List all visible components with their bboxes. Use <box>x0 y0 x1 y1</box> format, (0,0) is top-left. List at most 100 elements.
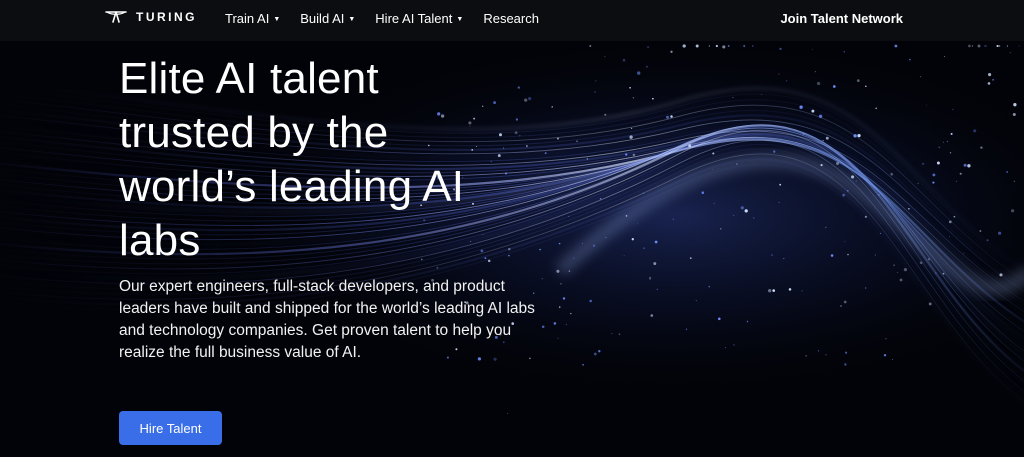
sparkle-particle <box>802 133 805 135</box>
sparkle-particle <box>788 288 792 291</box>
sparkle-particle <box>701 191 705 194</box>
sparkle-particle <box>506 412 508 415</box>
sparkle-particle <box>820 164 823 167</box>
sparkle-particle <box>967 164 971 168</box>
sparkle-particle <box>713 202 715 205</box>
sparkle-particle <box>556 269 560 273</box>
sparkle-particle <box>720 228 722 230</box>
nav-item-label: Hire AI Talent <box>375 11 453 26</box>
nav-item-label: Build AI <box>300 11 345 26</box>
sparkle-particle <box>877 193 880 197</box>
sparkle-particle <box>903 268 908 272</box>
sparkle-particle <box>843 300 847 304</box>
sparkle-particle <box>917 182 919 184</box>
sparkle-particle <box>922 162 925 165</box>
sparkle-particle <box>986 239 989 242</box>
nav-item-label: Train AI <box>225 11 270 26</box>
nav-item-build-ai[interactable]: Build AI ▼ <box>300 11 355 26</box>
sparkle-particle <box>983 45 986 47</box>
description-line: leaders have built and shipped for the w… <box>119 300 535 317</box>
sparkle-particle <box>830 254 834 257</box>
sparkle-particle <box>1013 180 1015 182</box>
sparkle-particle <box>927 258 931 261</box>
sparkle-particle <box>779 183 782 186</box>
description-line: realize the full business value of AI. <box>119 344 362 361</box>
sparkle-particle <box>718 317 721 321</box>
sparkle-particle <box>926 104 927 106</box>
sparkle-particle <box>864 215 867 218</box>
sparkle-particle <box>727 45 730 47</box>
sparkle-particle <box>988 73 992 77</box>
sparkle-particle <box>928 302 932 306</box>
sparkle-particle <box>772 150 776 153</box>
sparkle-particle <box>932 181 935 184</box>
sparkle-particle <box>899 278 903 282</box>
sparkle-particle <box>1006 45 1008 47</box>
sparkle-particle <box>685 328 688 330</box>
sparkle-particle <box>825 354 827 356</box>
sparkle-particle <box>836 161 840 165</box>
sparkle-particle <box>998 45 1001 47</box>
sparkle-particle <box>805 355 807 357</box>
join-talent-network-link[interactable]: Join Talent Network <box>780 11 903 26</box>
sparkle-particle <box>725 347 727 348</box>
top-navbar: TURING Train AI ▼ Build AI ▼ Hire AI Tal… <box>0 0 1024 41</box>
sparkle-particle <box>987 82 991 85</box>
sparkle-particle <box>822 139 824 142</box>
sparkle-particle <box>760 94 762 96</box>
sparkle-particle <box>772 289 776 292</box>
nav-item-hire-ai-talent[interactable]: Hire AI Talent ▼ <box>375 11 463 26</box>
sparkle-particle <box>963 252 965 254</box>
sparkle-particle <box>801 290 803 292</box>
sparkle-particle <box>847 190 849 192</box>
logo-text: TURING <box>136 10 197 24</box>
sparkle-particle <box>656 288 658 291</box>
sparkle-particle <box>732 96 734 99</box>
hire-talent-button[interactable]: Hire Talent <box>119 411 222 445</box>
sparkle-particle <box>753 217 755 219</box>
turing-logo[interactable]: TURING <box>105 10 197 24</box>
sparkle-particle <box>1013 103 1017 107</box>
sparkle-particle <box>711 168 713 170</box>
description-line: Our expert engineers, full-stack develop… <box>119 278 505 295</box>
sparkle-particle <box>874 254 876 256</box>
sparkle-particle <box>891 358 894 361</box>
nav-item-research[interactable]: Research <box>483 11 539 26</box>
sparkle-particle <box>942 272 945 275</box>
sparkle-particle <box>736 163 738 165</box>
sparkle-particle <box>743 45 746 47</box>
sparkle-particle <box>950 132 953 135</box>
sparkle-particle <box>935 272 937 274</box>
headline-line: world’s leading AI <box>119 162 465 211</box>
sparkle-particle <box>949 152 952 154</box>
sparkle-particle <box>992 78 995 81</box>
sparkle-particle <box>695 300 697 302</box>
sparkle-particle <box>890 172 894 176</box>
headline-line: trusted by the <box>119 108 389 157</box>
sparkle-particle <box>1011 209 1015 213</box>
sparkle-particle <box>844 363 847 366</box>
sparkle-particle <box>712 152 715 155</box>
sparkle-particle <box>959 172 962 175</box>
sparkle-particle <box>812 49 814 50</box>
sparkle-particle <box>684 45 686 47</box>
nav-menu: Train AI ▼ Build AI ▼ Hire AI Talent ▼ R… <box>225 11 539 26</box>
sparkle-particle <box>649 278 651 280</box>
sparkle-particle <box>814 71 816 73</box>
sparkle-particle <box>751 45 754 47</box>
sparkle-particle <box>919 261 923 265</box>
sparkle-particle <box>908 208 910 210</box>
sparkle-particle <box>845 351 848 354</box>
sparkle-particle <box>971 45 974 47</box>
sparkle-particle <box>968 44 971 48</box>
sparkle-particle <box>582 363 585 366</box>
sparkle-particle <box>708 286 710 288</box>
chevron-down-icon: ▼ <box>273 15 281 23</box>
sparkle-particle <box>817 350 819 352</box>
nav-item-train-ai[interactable]: Train AI ▼ <box>225 11 280 26</box>
sparkle-particle <box>973 129 977 133</box>
headline-line: Elite AI talent <box>119 54 379 103</box>
sparkle-particle <box>865 85 867 88</box>
sparkle-particle <box>740 206 744 210</box>
page: TURING Train AI ▼ Build AI ▼ Hire AI Tal… <box>0 0 1024 457</box>
